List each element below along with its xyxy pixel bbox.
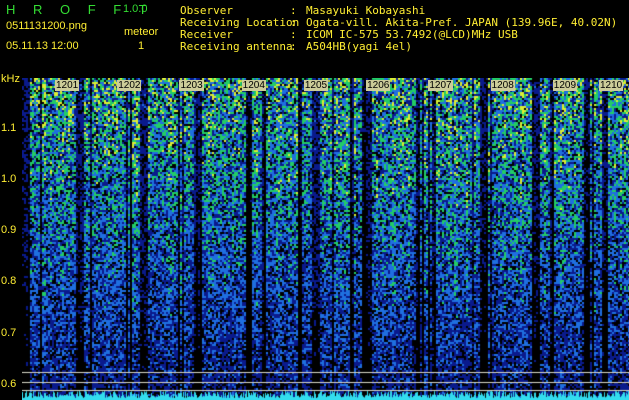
time-tick-label: 1210 xyxy=(599,80,624,91)
meteor-label: meteor xyxy=(124,26,159,38)
y-tick-label: 1.0 xyxy=(1,173,17,186)
time-tick-label: 1207 xyxy=(428,80,453,91)
time-tick-label: 1208 xyxy=(490,80,515,91)
y-axis-unit: kHz xyxy=(1,73,20,85)
spectrogram-canvas xyxy=(22,78,629,400)
y-tick-label: 0.6 xyxy=(1,377,17,390)
y-tick-label: 0.7 xyxy=(1,326,17,339)
meta-value: A504HB(yagi 4el) xyxy=(306,40,412,53)
meteor-count: 1 xyxy=(138,40,145,52)
y-tick-label: 0.8 xyxy=(1,275,17,288)
time-tick-label: 1206 xyxy=(366,80,391,91)
y-tick-label: 0.9 xyxy=(1,224,17,237)
time-tick-label: 1203 xyxy=(179,80,204,91)
time-tick-label: 1204 xyxy=(241,80,266,91)
file-datetime: 05.11.13 12:00 xyxy=(6,40,79,52)
time-tick-label: 1205 xyxy=(303,80,329,91)
meta-sep: : xyxy=(290,40,297,53)
y-tick-label: 1.1 xyxy=(1,122,17,135)
file-name: 0511131200.png xyxy=(6,20,87,32)
time-tick-label: 1209 xyxy=(552,80,578,91)
meta-key: Receiving antenna xyxy=(180,40,293,53)
header-panel: H R O F F T 1.0.0 0511131200.png 05.11.1… xyxy=(0,0,629,76)
time-tick-label: 1202 xyxy=(117,80,142,91)
app-version: 1.0.0 xyxy=(123,3,148,15)
time-tick-label: 1201 xyxy=(55,80,80,91)
